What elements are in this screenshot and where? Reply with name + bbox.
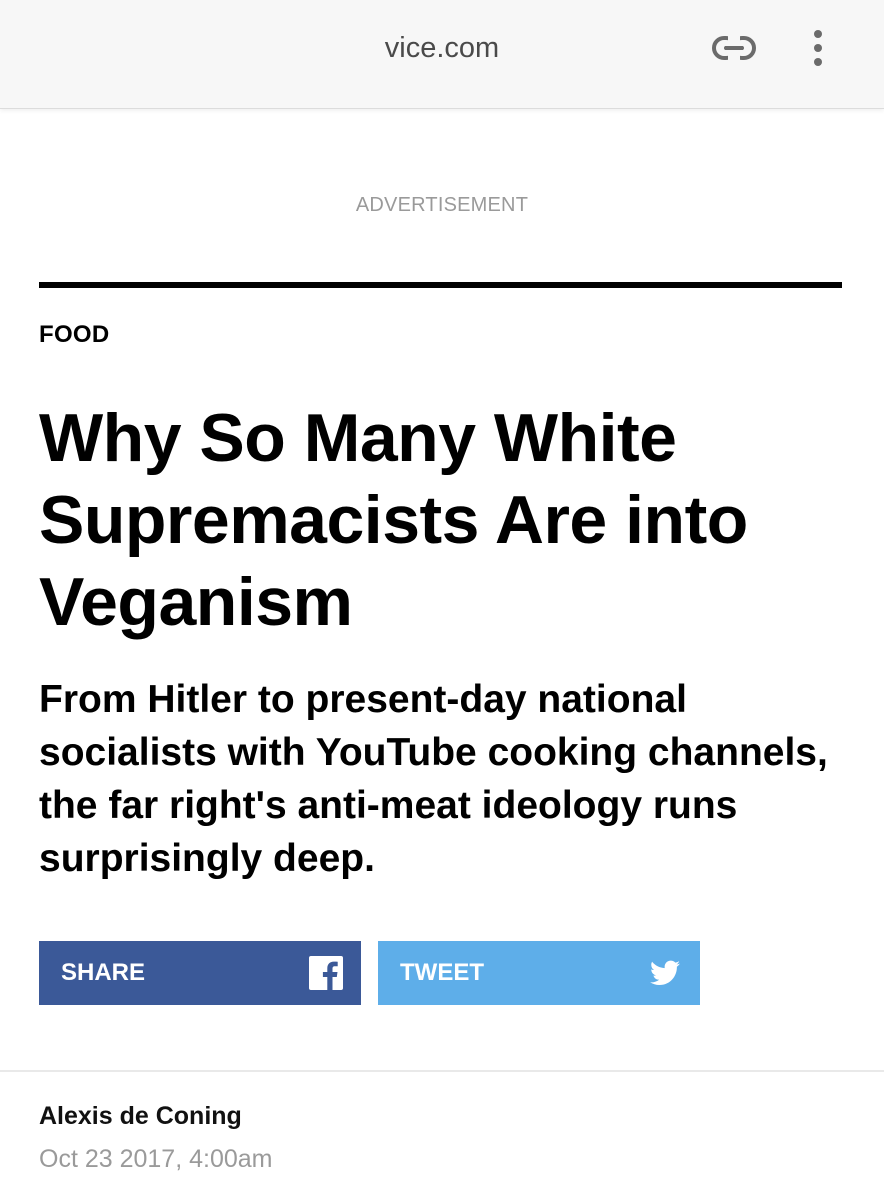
twitter-tweet-button[interactable]: TWEET — [378, 941, 700, 1005]
facebook-share-button[interactable]: SHARE — [39, 941, 361, 1005]
facebook-share-label: SHARE — [61, 959, 146, 986]
byline-divider — [0, 1070, 884, 1072]
section-rule — [39, 282, 842, 288]
article-headline: Why So Many White Supremacists Are into … — [39, 400, 748, 640]
twitter-bird-icon — [650, 960, 680, 985]
more-vertical-icon[interactable] — [806, 28, 830, 68]
author-name[interactable]: Alexis de Coning — [39, 1102, 242, 1131]
section-label[interactable]: FOOD — [39, 321, 110, 349]
link-icon[interactable] — [711, 32, 757, 64]
browser-toolbar: vice.com — [0, 0, 884, 109]
article-dek: From Hitler to present-day national soci… — [39, 678, 828, 880]
advertisement-label: ADVERTISEMENT — [355, 194, 529, 216]
facebook-icon — [309, 956, 343, 990]
publish-date: Oct 23 2017, 4:00am — [39, 1145, 273, 1173]
twitter-tweet-label: TWEET — [400, 959, 484, 986]
